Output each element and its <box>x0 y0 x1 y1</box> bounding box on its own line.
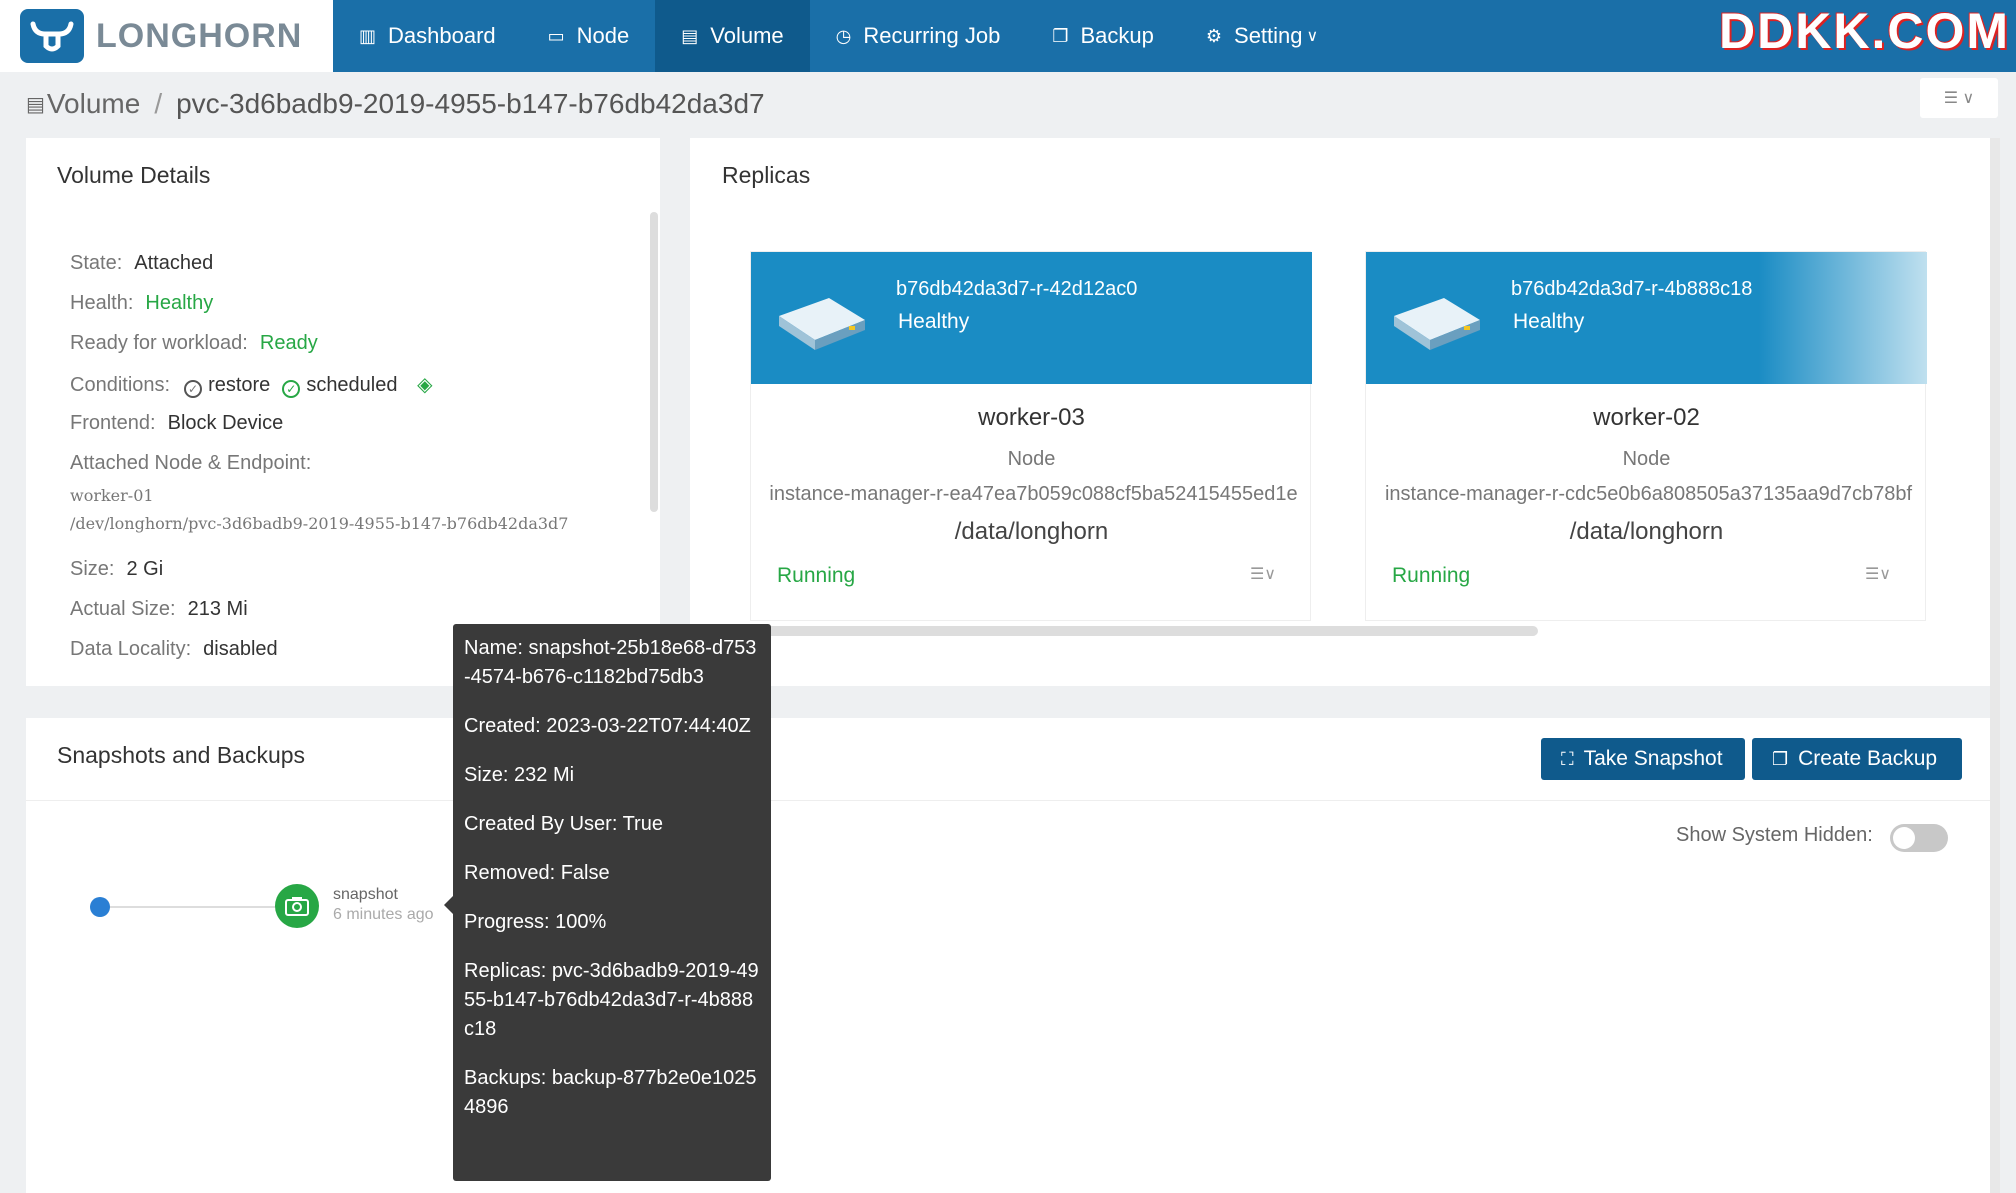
tooltip-replicas: Replicas: pvc-3d6badb9-2019-4955-b147-b7… <box>464 960 759 1040</box>
ready-row: Ready for workload: Ready <box>70 332 318 354</box>
timeline-line <box>100 906 296 908</box>
divider <box>26 800 1990 801</box>
watermark: DDKK.COM <box>1719 3 2010 59</box>
replicas-panel: Replicas b76db42da3d7-r-42d12ac0 Healthy… <box>690 138 1990 686</box>
camera-icon <box>285 897 309 916</box>
replica-health: Healthy <box>898 310 970 333</box>
breadcrumb-separator: / <box>154 88 163 119</box>
show-hidden-toggle[interactable] <box>1890 824 1948 852</box>
actual-size-row: Actual Size: 213 Mi <box>70 598 248 620</box>
toggle-knob <box>1893 827 1915 849</box>
disk-icon <box>1394 298 1480 350</box>
volume-details-title: Volume Details <box>57 162 211 188</box>
replica-health: Healthy <box>1513 310 1585 333</box>
replica-instance-manager: instance-manager-r-cdc5e0b6a808505a37135… <box>1384 483 1913 505</box>
replica-name[interactable]: b76db42da3d7-r-4b888c18 <box>1511 278 1752 301</box>
take-snapshot-button[interactable]: ⛶ Take Snapshot <box>1541 738 1745 780</box>
list-icon: ☰∨ <box>1249 566 1276 583</box>
nav-dashboard[interactable]: ▥ Dashboard <box>333 0 522 72</box>
volume-head-dot[interactable] <box>90 897 110 917</box>
layers-icon[interactable]: ◈ <box>417 374 432 396</box>
disk-icon <box>779 298 865 350</box>
top-nav: LONGHORN ▥ Dashboard ▭ Node ▤ Volume ◷ Recur… <box>0 0 2016 72</box>
tooltip-name: Name: snapshot-25b18e68-d753-4574-b676-c… <box>464 637 757 688</box>
conditions-row: Conditions: ✓ restore ✓ scheduled ◈ <box>70 374 433 398</box>
check-circle-icon: ✓ <box>184 380 203 398</box>
chevron-down-icon: ∨ <box>1306 28 1319 45</box>
logo-text: LONGHORN <box>96 16 303 55</box>
tooltip-backups: Backups: backup-877b2e0e10254896 <box>464 1067 757 1118</box>
size-row: Size: 2 Gi <box>70 558 164 580</box>
breadcrumb: ▤ Volume / pvc-3d6badb9-2019-4955-b147-b… <box>26 88 765 120</box>
laptop-icon: ▭ <box>547 25 565 46</box>
tooltip-arrow <box>444 896 453 914</box>
logo[interactable]: LONGHORN <box>0 0 333 72</box>
nav-backup[interactable]: ❐ Backup <box>1026 0 1180 72</box>
breadcrumb-current: pvc-3d6badb9-2019-4955-b147-b76db42da3d7 <box>176 88 765 119</box>
horizontal-scrollbar[interactable] <box>722 626 1538 636</box>
attached-node: worker-01 <box>70 486 154 505</box>
replica-header: b76db42da3d7-r-42d12ac0 Healthy <box>751 252 1312 384</box>
create-backup-button[interactable]: ❐ Create Backup <box>1752 738 1962 780</box>
nav-node[interactable]: ▭ Node <box>522 0 656 72</box>
replica-node-label: Node <box>1622 448 1671 470</box>
tooltip-removed: Removed: False <box>464 862 610 884</box>
snapshots-title: Snapshots and Backups <box>57 742 306 768</box>
nav-menu: ▥ Dashboard ▭ Node ▤ Volume ◷ Recurring Job … <box>333 0 1344 72</box>
health-row: Health: Healthy <box>70 292 214 314</box>
replica-state: Running <box>777 564 856 587</box>
scrollbar[interactable] <box>650 212 658 512</box>
nav-recurring-job[interactable]: ◷ Recurring Job <box>810 0 1027 72</box>
volume-details-panel: Volume Details State: Attached Health: Hea… <box>26 138 660 686</box>
page-menu-button[interactable]: ☰ ∨ <box>1920 78 1998 118</box>
nav-volume[interactable]: ▤ Volume <box>655 0 810 72</box>
snapshot-icon: ⛶ <box>1561 748 1574 769</box>
endpoint-path: /dev/longhorn/pvc-3d6badb9-2019-4955-b14… <box>70 514 569 533</box>
tooltip-size: Size: 232 Mi <box>464 764 575 786</box>
tooltip-created-by-user: Created By User: True <box>464 813 663 835</box>
gear-icon: ⚙ <box>1205 25 1223 46</box>
longhorn-logo-icon <box>20 9 84 63</box>
replicas-title: Replicas <box>722 162 811 188</box>
snapshot-node[interactable] <box>275 884 319 928</box>
replica-path: /data/longhorn <box>954 518 1109 545</box>
page-scrollbar[interactable] <box>1990 138 2000 1193</box>
snapshots-panel: Snapshots and Backups ⛶ Take Snapshot ❐ Cr… <box>26 718 1990 1193</box>
replica-path: /data/longhorn <box>1569 518 1724 545</box>
replica-card: b76db42da3d7-r-42d12ac0 Healthy worker-0… <box>750 251 1312 621</box>
replica-header: b76db42da3d7-r-4b888c18 Healthy <box>1366 252 1927 384</box>
nav-setting[interactable]: ⚙ Setting ∨ <box>1180 0 1344 72</box>
snapshot-tooltip: Name: snapshot-25b18e68-d753-4574-b676-c… <box>453 624 771 1181</box>
database-icon: ▤ <box>681 25 699 46</box>
show-hidden-label: Show System Hidden: <box>1676 824 1873 846</box>
snapshot-time: 6 minutes ago <box>333 906 434 923</box>
breadcrumb-volume[interactable]: Volume <box>47 88 140 120</box>
copy-icon: ❐ <box>1052 25 1069 46</box>
replica-node-label: Node <box>1007 448 1056 470</box>
replica-state: Running <box>1392 564 1471 587</box>
replica-card: b76db42da3d7-r-4b888c18 Healthy worker-0… <box>1365 251 1927 621</box>
replica-host: worker-03 <box>978 404 1085 431</box>
state-row: State: Attached <box>70 252 214 274</box>
check-circle-icon: ✓ <box>282 380 301 398</box>
bar-chart-icon: ▥ <box>359 25 377 46</box>
endpoint-label: Attached Node & Endpoint: <box>70 452 312 474</box>
replica-name[interactable]: b76db42da3d7-r-42d12ac0 <box>896 278 1137 301</box>
locality-row: Data Locality: disabled <box>70 638 278 660</box>
database-icon: ▤ <box>26 93 45 116</box>
list-icon: ☰ ∨ <box>1943 90 1975 107</box>
copy-icon: ❐ <box>1772 748 1789 769</box>
snapshot-name: snapshot <box>333 886 398 903</box>
list-icon: ☰∨ <box>1864 566 1891 583</box>
frontend-row: Frontend: Block Device <box>70 412 284 434</box>
replica-instance-manager: instance-manager-r-ea47ea7b059c088cf5ba5… <box>769 483 1298 505</box>
tooltip-created: Created: 2023-03-22T07:44:40Z <box>464 715 751 737</box>
replica-host: worker-02 <box>1593 404 1700 431</box>
tooltip-progress: Progress: 100% <box>464 911 607 933</box>
replica-menu-button[interactable]: ☰∨ <box>1250 564 1276 584</box>
clock-icon: ◷ <box>835 25 852 46</box>
replica-menu-button[interactable]: ☰∨ <box>1865 564 1891 584</box>
